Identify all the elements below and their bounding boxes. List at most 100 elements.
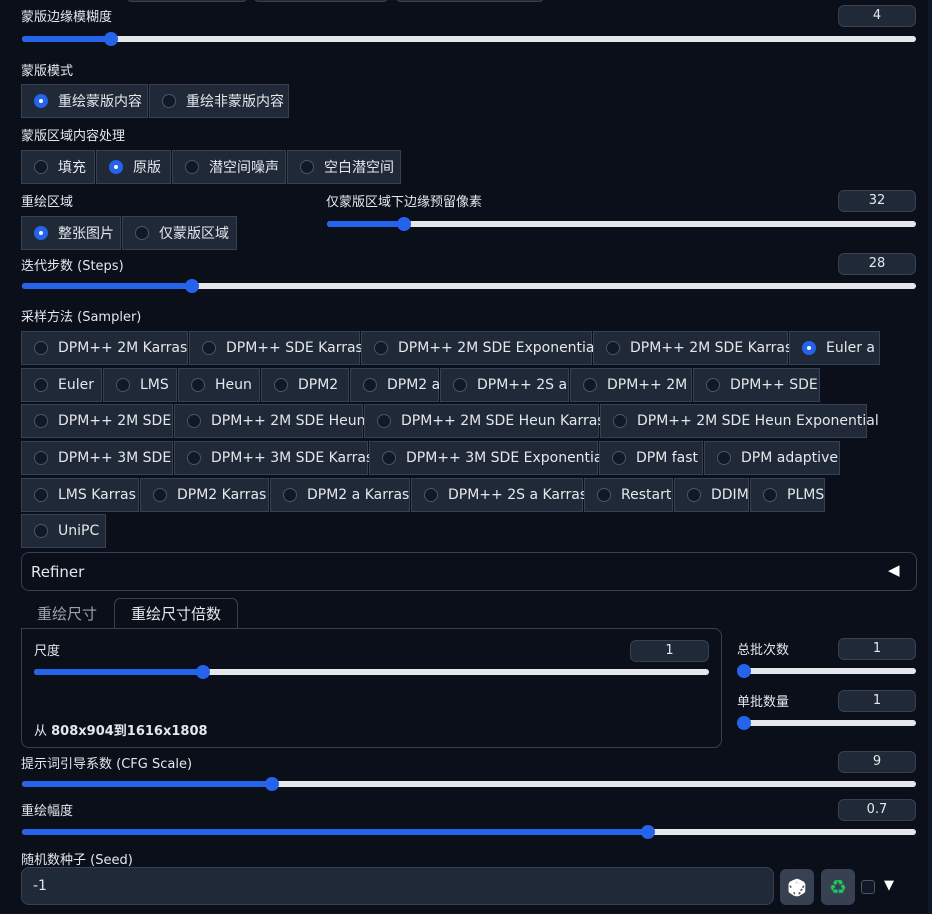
seed-input[interactable]: -1 bbox=[21, 867, 774, 905]
mask-blur-slider[interactable] bbox=[22, 32, 916, 46]
inpaint-area-label: 重绘区域 bbox=[21, 195, 74, 210]
sampler-option-dpm-2m-sde-exponential[interactable]: DPM++ 2M SDE Exponential bbox=[361, 331, 598, 365]
sampler-option-plms[interactable]: PLMS bbox=[750, 478, 825, 512]
mask-mode-option-inpaint-not-masked[interactable]: 重绘非蒙版内容 bbox=[149, 84, 289, 118]
sampler-option-dpm-2m-sde-karras[interactable]: DPM++ 2M SDE Karras bbox=[593, 331, 792, 365]
scrollbar[interactable] bbox=[928, 0, 932, 914]
cfg-scale-slider[interactable] bbox=[22, 777, 916, 791]
sampler-option-dpm-2m-sde-heun[interactable]: DPM++ 2M SDE Heun bbox=[174, 404, 366, 438]
top-clipped-button-2[interactable] bbox=[253, 0, 389, 2]
sampler-option-dpm-2m-sde-heun-karras[interactable]: DPM++ 2M SDE Heun Karras bbox=[364, 404, 605, 438]
sampler-option-unipc[interactable]: UniPC bbox=[21, 514, 106, 548]
option-label: 整张图片 bbox=[58, 226, 114, 242]
option-label: DPM++ 2M bbox=[607, 377, 688, 393]
sampler-option-dpm-fast[interactable]: DPM fast bbox=[599, 441, 703, 475]
seed-label: 随机数种子 (Seed) bbox=[21, 853, 133, 868]
only-masked-padding-slider[interactable] bbox=[327, 217, 916, 231]
steps-slider[interactable] bbox=[22, 279, 916, 293]
only-masked-padding-number[interactable]: 32 bbox=[838, 190, 916, 212]
radio-dot-icon bbox=[283, 488, 297, 502]
sampler-option-dpm-adaptive[interactable]: DPM adaptive bbox=[704, 441, 840, 475]
option-label: DPM++ 3M SDE bbox=[58, 450, 172, 466]
cfg-scale-number[interactable]: 9 bbox=[838, 751, 916, 773]
denoising-slider[interactable] bbox=[22, 825, 916, 839]
steps-label: 迭代步数 (Steps) bbox=[21, 259, 124, 274]
denoising-number[interactable]: 0.7 bbox=[838, 799, 916, 821]
only-masked-padding-slider-thumb[interactable] bbox=[396, 217, 411, 231]
sampler-option-dpm-2m-sde[interactable]: DPM++ 2M SDE bbox=[21, 404, 173, 438]
option-label: DPM++ SDE Karras bbox=[226, 340, 363, 356]
sampler-option-dpm2-a[interactable]: DPM2 a bbox=[350, 368, 440, 402]
tab-resize-by[interactable]: 重绘尺寸倍数 bbox=[114, 598, 238, 629]
sampler-option-dpm-2m-sde-heun-exponential[interactable]: DPM++ 2M SDE Heun Exponential bbox=[600, 404, 879, 438]
inpaint-area-option-whole-picture[interactable]: 整张图片 bbox=[21, 216, 121, 250]
radio-dot-icon bbox=[34, 226, 48, 240]
sampler-option-dpm-3m-sde[interactable]: DPM++ 3M SDE bbox=[21, 441, 173, 475]
masked-content-option-fill[interactable]: 填充 bbox=[21, 150, 95, 184]
sampler-option-dpm2-karras[interactable]: DPM2 Karras bbox=[140, 478, 269, 512]
sampler-option-euler[interactable]: Euler bbox=[21, 368, 102, 402]
option-label: DPM fast bbox=[636, 450, 699, 466]
inpaint-area-option-only-masked[interactable]: 仅蒙版区域 bbox=[122, 216, 237, 250]
extra-seed-dropdown-arrow-icon[interactable]: ▼ bbox=[884, 878, 894, 893]
sampler-option-heun[interactable]: Heun bbox=[178, 368, 260, 402]
option-label: 仅蒙版区域 bbox=[159, 226, 229, 242]
batch-size-slider[interactable] bbox=[737, 716, 916, 730]
random-seed-button[interactable]: 🎲 bbox=[780, 869, 814, 905]
mask-mode-option-inpaint-masked[interactable]: 重绘蒙版内容 bbox=[21, 84, 148, 118]
masked-content-option-original[interactable]: 原版 bbox=[96, 150, 171, 184]
batch-count-slider-thumb[interactable] bbox=[737, 664, 751, 678]
sampler-option-dpm-sde-karras[interactable]: DPM++ SDE Karras bbox=[189, 331, 363, 365]
sampler-option-dpm-2m[interactable]: DPM++ 2M bbox=[570, 368, 692, 402]
batch-size-slider-thumb[interactable] bbox=[737, 716, 751, 730]
radio-dot-icon bbox=[116, 378, 130, 392]
sampler-option-ddim[interactable]: DDIM bbox=[674, 478, 749, 512]
reuse-seed-button[interactable]: ♻ bbox=[821, 869, 855, 905]
radio-dot-icon bbox=[606, 341, 620, 355]
steps-number[interactable]: 28 bbox=[838, 253, 916, 275]
sampler-option-euler-a[interactable]: Euler a bbox=[789, 331, 880, 365]
sampler-option-dpm-3m-sde-karras[interactable]: DPM++ 3M SDE Karras bbox=[174, 441, 373, 475]
radio-dot-icon bbox=[763, 488, 777, 502]
radio-dot-icon bbox=[109, 160, 123, 174]
radio-dot-icon bbox=[162, 94, 176, 108]
option-label: DPM++ 2M SDE Karras bbox=[630, 340, 793, 356]
cfg-scale-slider-thumb[interactable] bbox=[265, 777, 280, 791]
sampler-option-dpm-sde[interactable]: DPM++ SDE bbox=[693, 368, 820, 402]
scale-slider-thumb[interactable] bbox=[195, 665, 210, 679]
mask-blur-slider-thumb[interactable] bbox=[104, 32, 119, 46]
option-label: Heun bbox=[215, 377, 252, 393]
steps-slider-thumb[interactable] bbox=[184, 279, 199, 293]
scale-number[interactable]: 1 bbox=[630, 640, 709, 662]
tab-resize-to[interactable]: 重绘尺寸 bbox=[22, 599, 112, 629]
refiner-accordion[interactable]: Refiner ◀ bbox=[21, 552, 917, 591]
batch-count-slider[interactable] bbox=[737, 664, 916, 678]
sampler-option-restart[interactable]: Restart bbox=[584, 478, 673, 512]
batch-count-number[interactable]: 1 bbox=[838, 638, 916, 660]
extra-seed-checkbox[interactable] bbox=[861, 880, 875, 894]
sampler-option-dpm2[interactable]: DPM2 bbox=[261, 368, 349, 402]
option-label: DPM++ 2M SDE Heun Exponential bbox=[637, 413, 879, 429]
sampler-option-dpm2-a-karras[interactable]: DPM2 a Karras bbox=[270, 478, 410, 512]
sampler-option-lms[interactable]: LMS bbox=[103, 368, 177, 402]
sampler-option-dpm-2m-karras[interactable]: DPM++ 2M Karras bbox=[21, 331, 188, 365]
refiner-toggle-icon[interactable]: ◀ bbox=[888, 561, 900, 579]
top-clipped-button-3[interactable] bbox=[395, 0, 545, 2]
top-clipped-button-1[interactable] bbox=[126, 0, 248, 2]
option-label: DPM2 bbox=[298, 377, 339, 393]
sampler-option-lms-karras[interactable]: LMS Karras bbox=[21, 478, 139, 512]
sampler-option-dpm-2s-a-karras[interactable]: DPM++ 2S a Karras bbox=[411, 478, 587, 512]
sampler-option-dpm-2s-a[interactable]: DPM++ 2S a bbox=[440, 368, 569, 402]
radio-dot-icon bbox=[377, 414, 391, 428]
scale-info-text: 从 808x904到1616x1808 bbox=[34, 720, 208, 739]
sampler-option-dpm-3m-sde-exponential[interactable]: DPM++ 3M SDE Exponential bbox=[369, 441, 606, 475]
radio-dot-icon bbox=[687, 488, 701, 502]
denoising-slider-thumb[interactable] bbox=[640, 825, 655, 839]
mask-blur-number[interactable]: 4 bbox=[838, 5, 916, 27]
option-label: Euler bbox=[58, 377, 94, 393]
masked-content-option-latent-nothing[interactable]: 空白潜空间 bbox=[287, 150, 401, 184]
batch-size-number[interactable]: 1 bbox=[838, 690, 916, 712]
refiner-label: Refiner bbox=[31, 563, 85, 581]
masked-content-option-latent-noise[interactable]: 潜空间噪声 bbox=[172, 150, 286, 184]
scale-slider[interactable] bbox=[34, 665, 709, 679]
